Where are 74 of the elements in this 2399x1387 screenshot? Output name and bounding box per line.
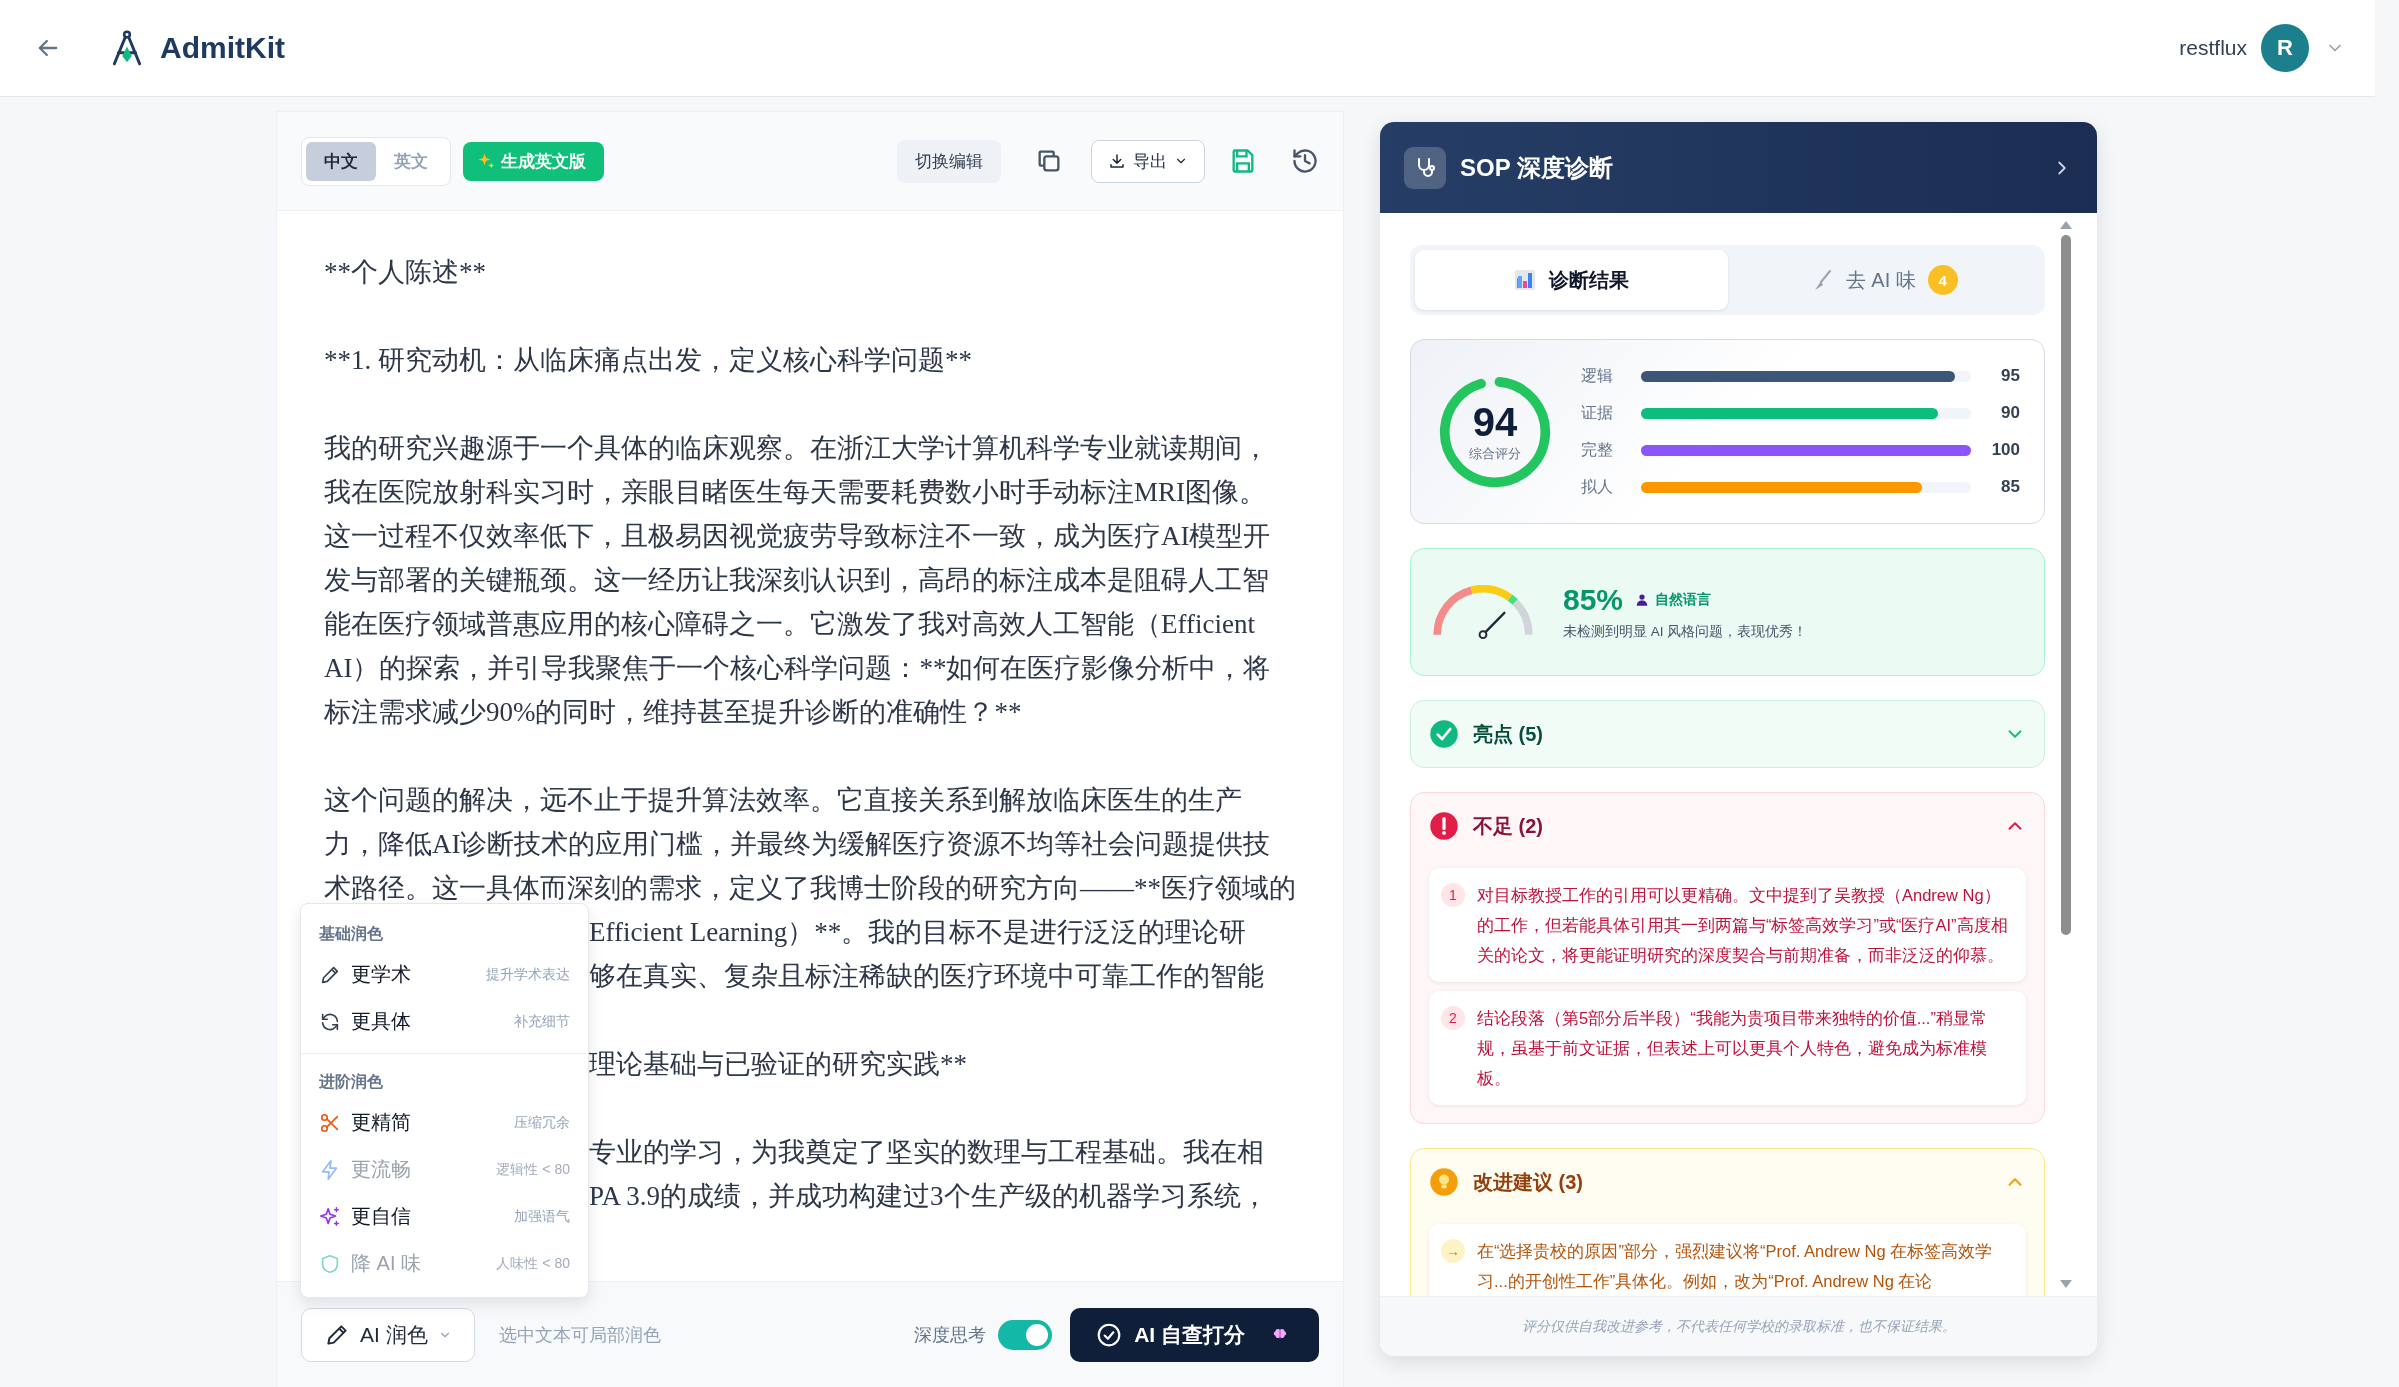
menu-item[interactable]: 更精简 压缩冗余	[301, 1099, 588, 1146]
humanness-note: 未检测到明显 AI 风格问题，表现优秀！	[1563, 623, 1808, 641]
tab[interactable]: 诊断结果	[1415, 250, 1728, 310]
menu-item[interactable]: 更自信 加强语气	[301, 1193, 588, 1240]
person-icon	[1635, 593, 1650, 607]
item-marker: 1	[1441, 883, 1465, 907]
scrollbar[interactable]	[2059, 221, 2073, 1288]
shield-icon	[319, 1252, 341, 1275]
deep-think-toggle[interactable]	[998, 1320, 1053, 1350]
tab[interactable]: 去 AI 味 4	[1727, 250, 2040, 310]
hint-text: 加强语气	[514, 1207, 570, 1226]
feedback-text: 结论段落（第5部分后半段）“我能为贵项目带来独特的价值...”稍显常规，虽基于前文证据，但表述上可以更具个人特色，避免成为标准模板。	[1477, 1008, 1988, 1089]
humanness-tag: 自然语言	[1655, 591, 1712, 609]
hint-text: 提升学术表达	[486, 965, 570, 984]
sparkle-icon	[319, 1205, 341, 1228]
sparkle-icon	[477, 152, 495, 170]
user-avatar[interactable]: R	[2261, 24, 2309, 72]
section-title[interactable]: 亮点 (5)	[1473, 720, 2004, 748]
export-button[interactable]: 导出	[1091, 139, 1205, 183]
pen-icon	[324, 1322, 350, 1348]
document-paragraph: 我的研究兴趣源于一个具体的临床观察。在浙江大学计算机科学专业就读期间， 我在医院放射科实习时，亲眼目睹医生每天需要耗费数小时手动标注MRI图像。 这一过程不仅效率低下，且极易因视觉疲劳导致标注不一致，成为医疗AI模型开 发与部署的关键瓶颈。这一经历让我深刻认识到，高昂的标注成本是阻碍人工智 能在医疗领域普惠应用的核心障碍之一。它激发了我对高效人工智能（Efficient AI）的探索，并引导我聚焦于一个核心科学问题：**如何在医疗影像分析中，将 标注需求减少90%的同时，维持甚至提升诊断的准确性？**	[324, 432, 1272, 729]
feedback-text: 在“选择贵校的原因”部分，强烈建议将“Prof. Andrew Ng 在标签高效学习...的开创性工作”具体化。例如，改为“Prof. Andrew Ng 在论	[1477, 1241, 1994, 1292]
hint-text: 压缩冗余	[514, 1113, 570, 1132]
stethoscope-icon	[1404, 146, 1446, 189]
download-icon	[1108, 152, 1126, 170]
hint-text: 补充细节	[514, 1012, 570, 1031]
hint-text: 人味性 < 80	[496, 1254, 570, 1273]
humanness-value: 85%	[1563, 583, 1624, 617]
lightbulb-icon	[1429, 1167, 1459, 1197]
deep-think-label: 深度思考	[914, 1324, 987, 1347]
history-icon[interactable]	[1291, 147, 1319, 175]
language-tab[interactable]: 中文	[306, 141, 376, 181]
menu-item[interactable]: 更学术 提升学术表达	[301, 951, 588, 998]
hint-text: 选中文本可局部润色	[498, 1324, 661, 1347]
section-title[interactable]: 不足 (2)	[1473, 812, 2004, 840]
document-paragraph: **1. 研究动机：从临床痛点出发，定义核心科学问题**	[324, 344, 973, 377]
bar-chart-icon	[1513, 268, 1538, 292]
metric-label: 证据	[1581, 402, 1614, 423]
item-marker: →	[1441, 1239, 1465, 1263]
app-title: AdmitKit	[160, 31, 285, 65]
score-label: 综合评分	[1469, 444, 1521, 463]
alert-circle-icon	[1429, 811, 1459, 841]
item-marker: 2	[1441, 1006, 1465, 1030]
document-paragraph: 专业的学习，为我奠定了坚实的数理与工程基础。我在相 PA 3.9的成绩，并成功构建过3个生产级的机器学习系统，	[589, 1136, 1269, 1213]
check-circle-icon	[1429, 719, 1459, 749]
feedback-text: 对目标教授工作的引用可以更精确。文中提到了吴教授（Andrew Ng）的工作，但若能具体引用其一到两篇与“标签高效学习”或“医疗AI”高度相关的论文，将更能证明研究的深度契合与前期准备，而非泛泛的仰慕。	[1477, 885, 2009, 966]
document-paragraph: 这个问题的解决，远不止于提升算法效率。它直接关系到解放临床医生的生产 力，降低AI诊断技术的应用门槛，并最终为缓解医疗资源不均等社会问题提供技 术路径。这一具体而深刻的需求，定义了我博士阶段的研究方向——**医疗领域的	[324, 784, 1297, 905]
user-name[interactable]: restflux	[2179, 36, 2247, 60]
scissors-icon	[319, 1111, 341, 1134]
count-badge: 4	[1927, 265, 1958, 295]
metric-value: 90	[2000, 403, 2020, 423]
check-circle-icon	[1096, 1322, 1123, 1348]
document-paragraph: 理论基础与已验证的研究实践**	[589, 1048, 968, 1081]
menu-group-title: 基础润色	[318, 924, 384, 944]
switch-edit-button[interactable]: 切换编辑	[897, 139, 1001, 183]
metric-value: 95	[2000, 366, 2020, 386]
metric-value: 100	[1990, 440, 2020, 460]
metric-label: 拟人	[1581, 476, 1614, 497]
menu-item[interactable]: 更具体 补充细节	[301, 998, 588, 1045]
disclaimer-text: 评分仅供自我改进参考，不代表任何学校的录取标准，也不保证结果。	[1380, 1296, 2097, 1356]
gauge-track	[1512, 598, 1533, 635]
document-paragraph: **个人陈述**	[324, 256, 487, 289]
metric-value: 85	[2000, 477, 2020, 497]
metric-label: 逻辑	[1581, 365, 1614, 386]
ai-score-button[interactable]: AI 自查打分	[1070, 1308, 1319, 1362]
hint-text: 逻辑性 < 80	[496, 1160, 570, 1179]
ai-polish-button[interactable]: AI 润色	[301, 1308, 475, 1362]
document-paragraph: Efficient Learning）**。我的目标不是进行泛泛的理论研 够在真实、复杂且标注稀缺的医疗环境中可靠工作的智能	[589, 916, 1265, 993]
section-title[interactable]: 改进建议 (3)	[1473, 1168, 2004, 1196]
panel-title: SOP 深度诊断	[1460, 152, 1614, 183]
gauge-needle	[1478, 611, 1506, 639]
metric-label: 完整	[1581, 439, 1614, 460]
score-value: 94	[1472, 400, 1518, 443]
menu-group-title: 进阶润色	[318, 1072, 384, 1092]
